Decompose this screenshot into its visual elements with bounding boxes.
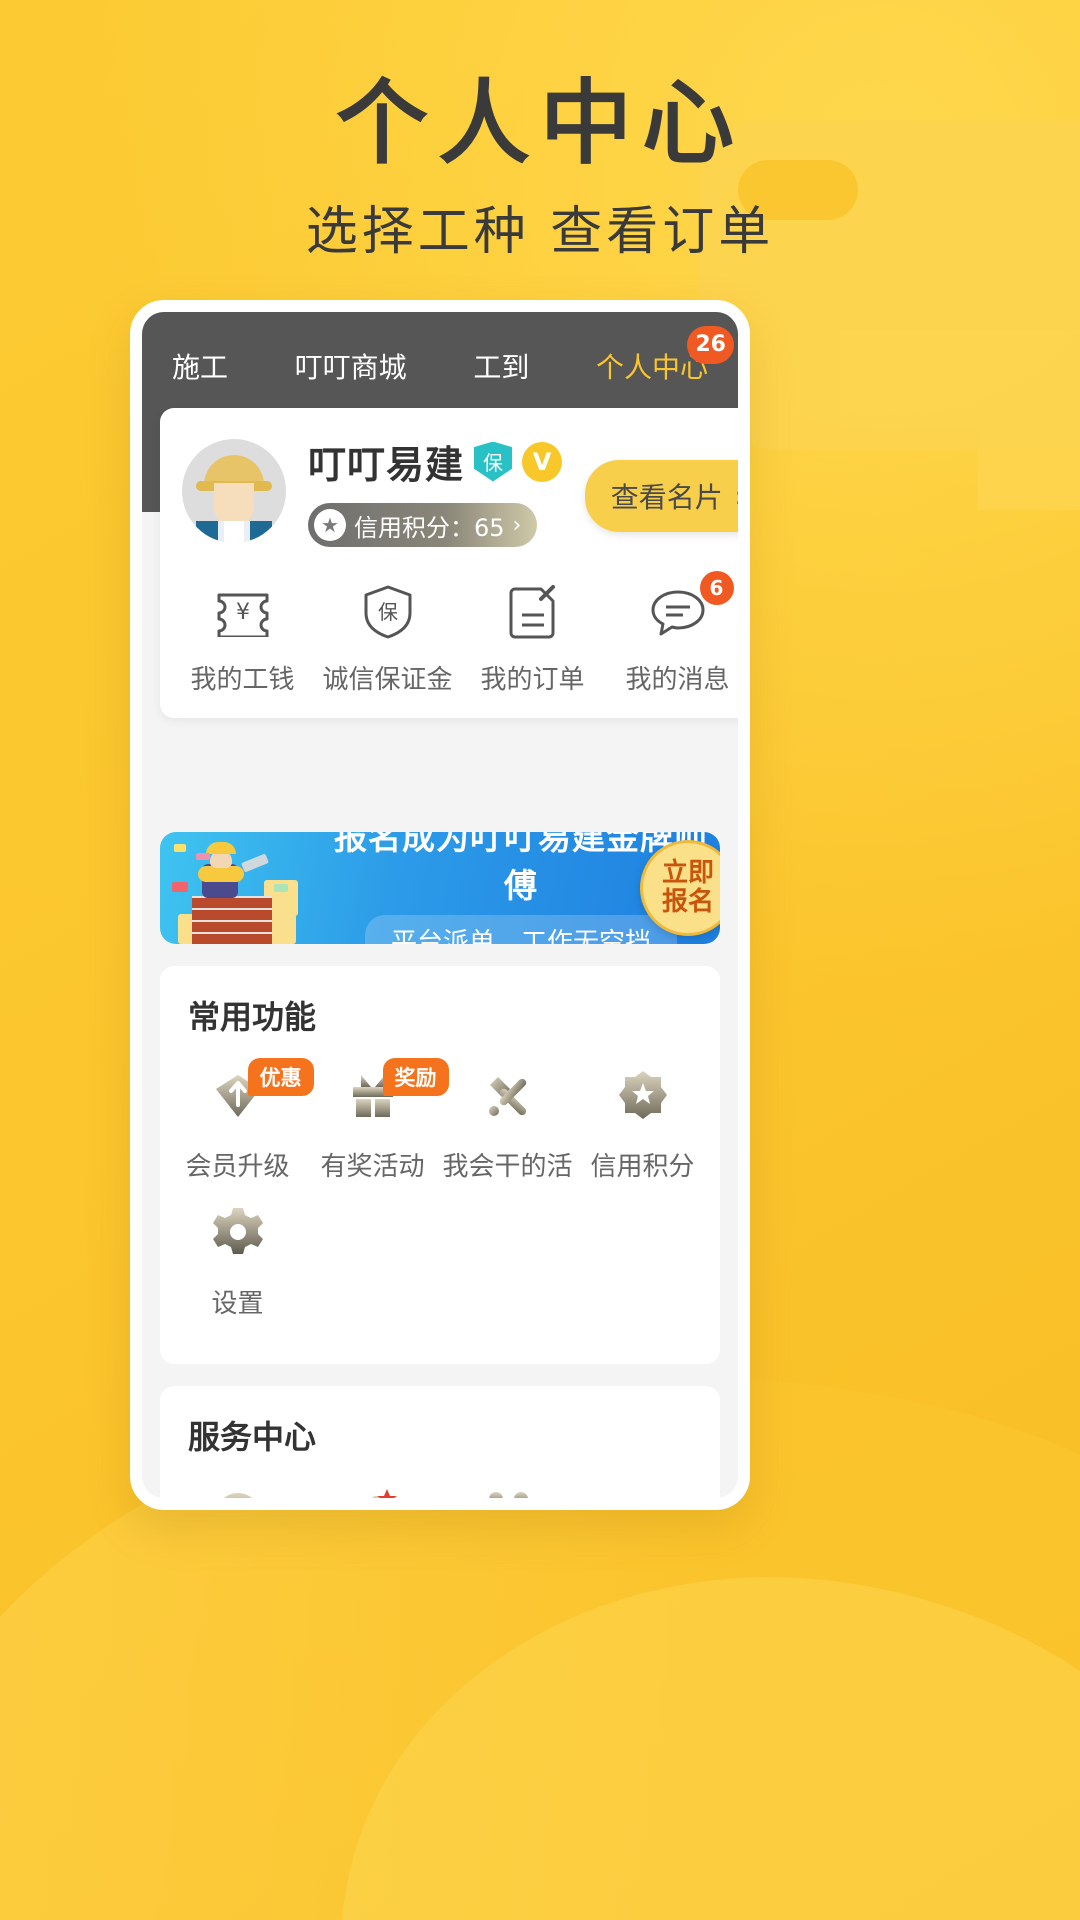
function-label: 我会干的活: [442, 1152, 573, 1182]
quick-action-wage[interactable]: ¥ 我的工钱: [170, 581, 315, 696]
quick-action-deposit[interactable]: 保 诚信保证金: [315, 581, 460, 696]
confetti: [196, 853, 210, 860]
service-refer-friend[interactable]: 推荐给好友: [305, 1480, 440, 1498]
quick-action-label: 诚信保证金: [322, 665, 453, 695]
tab-construction[interactable]: 施工: [168, 346, 232, 386]
gear-icon: [170, 1197, 305, 1267]
quick-action-orders[interactable]: 我的订单: [460, 581, 605, 696]
thumbs-up-star-icon: [305, 1480, 440, 1498]
quick-action-label: 我的消息: [625, 665, 730, 695]
wage-ticket-icon: ¥: [170, 581, 315, 643]
tab-mall[interactable]: 叮叮商城: [291, 346, 411, 386]
quick-action-label: 我的订单: [480, 665, 585, 695]
tab-label: 施工: [172, 351, 229, 384]
tab-personal-center[interactable]: 个人中心 26: [592, 326, 734, 386]
function-credit-score[interactable]: 信用积分: [575, 1060, 710, 1183]
service-center-grid: 客服中心 推荐给好友: [170, 1480, 710, 1498]
function-my-skills[interactable]: 我会干的活: [440, 1060, 575, 1183]
function-member-upgrade[interactable]: 优惠 会员升级: [170, 1058, 314, 1183]
tab-badge-count: 26: [687, 326, 734, 364]
avatar-collar-icon: [224, 520, 244, 543]
profile-name: 叮叮易建: [308, 443, 465, 487]
view-business-card-button[interactable]: 查看名片 ›: [584, 460, 746, 532]
tab-label: 叮叮商城: [294, 351, 407, 384]
phone-mockup: 施工 叮叮商城 工到 个人中心 26 叮叮易建 保 V ★ 信用积分：65 › …: [130, 300, 750, 1510]
svg-text:¥: ¥: [236, 600, 250, 625]
quick-action-messages[interactable]: 6 我的消息: [605, 571, 738, 696]
worker-bricklayer-illustration: [168, 836, 318, 944]
illustration-trowel-icon: [241, 853, 269, 873]
function-label: 信用积分: [590, 1152, 695, 1182]
function-settings[interactable]: 设置: [170, 1197, 305, 1320]
shield-bao-icon: 保: [315, 581, 460, 643]
service-center-section: 服务中心 客服中心: [160, 1386, 720, 1498]
page-title: 个人中心: [335, 70, 744, 177]
app-screen: 施工 叮叮商城 工到 个人中心 26 叮叮易建 保 V ★ 信用积分：65 › …: [142, 312, 738, 1498]
common-functions-title: 常用功能: [188, 998, 317, 1036]
function-label: 会员升级: [185, 1152, 290, 1182]
order-document-icon: [460, 581, 605, 643]
headset-icon: [170, 1480, 305, 1498]
hero-header: 个人中心 选择工种 查看订单: [0, 72, 1080, 264]
function-badge: 奖励: [382, 1058, 449, 1096]
handshake-people-icon: [440, 1480, 575, 1498]
promo-cta-line2: 报名: [661, 887, 714, 917]
tools-icon: [440, 1060, 575, 1130]
illustration-worker-shirt: [198, 866, 244, 882]
tab-label: 工到: [473, 351, 530, 384]
confetti: [274, 884, 288, 892]
service-customer-support[interactable]: 客服中心: [170, 1480, 305, 1498]
avatar-face-icon: [214, 482, 254, 525]
promo-banner[interactable]: 报名成为叮叮易建金牌师傅 平台派单，工作无空挡 立即 报名: [160, 832, 720, 944]
service-center-title: 服务中心: [188, 1418, 317, 1456]
message-badge-count: 6: [699, 571, 734, 605]
credit-score-label: 信用积分：65: [354, 513, 505, 542]
common-functions-grid: 优惠 会员升级 奖励 有奖活动 我会干的活 信用积分 设置: [170, 1058, 710, 1334]
medal-star-icon: [575, 1060, 710, 1130]
confetti: [174, 844, 186, 852]
svg-text:保: 保: [378, 600, 398, 624]
credit-score-pill[interactable]: ★ 信用积分：65 ›: [308, 503, 538, 547]
tab-list: 施工 叮叮商城 工到 个人中心 26: [168, 326, 734, 386]
function-reward-activity[interactable]: 奖励 有奖活动: [305, 1058, 449, 1183]
function-label: 设置: [211, 1289, 264, 1319]
confetti: [172, 882, 188, 892]
insured-shield-icon: 保: [474, 441, 513, 482]
function-badge: 优惠: [247, 1058, 314, 1096]
chevron-right-icon: ›: [512, 512, 522, 538]
service-business-cooperation[interactable]: 商务合作: [440, 1480, 575, 1498]
promo-cta-line1: 立即: [661, 858, 714, 889]
top-tabbar: 施工 叮叮商城 工到 个人中心 26 叮叮易建 保 V ★ 信用积分：65 › …: [142, 312, 738, 718]
quick-action-label: 我的工钱: [190, 665, 295, 695]
profile-card: 叮叮易建 保 V ★ 信用积分：65 › 查看名片 › ¥ 我的工钱 保 诚信保…: [160, 408, 746, 718]
star-icon: ★: [314, 509, 346, 541]
view-business-card-label: 查看名片: [610, 481, 723, 514]
chevron-right-icon: ›: [734, 479, 746, 513]
page-subtitle: 选择工种 查看订单: [305, 202, 775, 263]
tab-gongdao[interactable]: 工到: [469, 346, 533, 386]
illustration-brick-wall: [192, 896, 272, 944]
avatar[interactable]: [182, 438, 286, 543]
common-functions-section: 常用功能 优惠 会员升级 奖励 有奖活动 我会干的活 信用积分 设置: [160, 966, 720, 1364]
function-label: 有奖活动: [320, 1152, 425, 1182]
promo-banner-subtitle: 平台派单，工作无空挡: [364, 914, 677, 944]
verified-v-icon: V: [522, 441, 563, 482]
illustration-worker-helmet: [206, 842, 236, 854]
quick-actions-row: ¥ 我的工钱 保 诚信保证金 我的订单 6 我的消息: [160, 571, 738, 696]
